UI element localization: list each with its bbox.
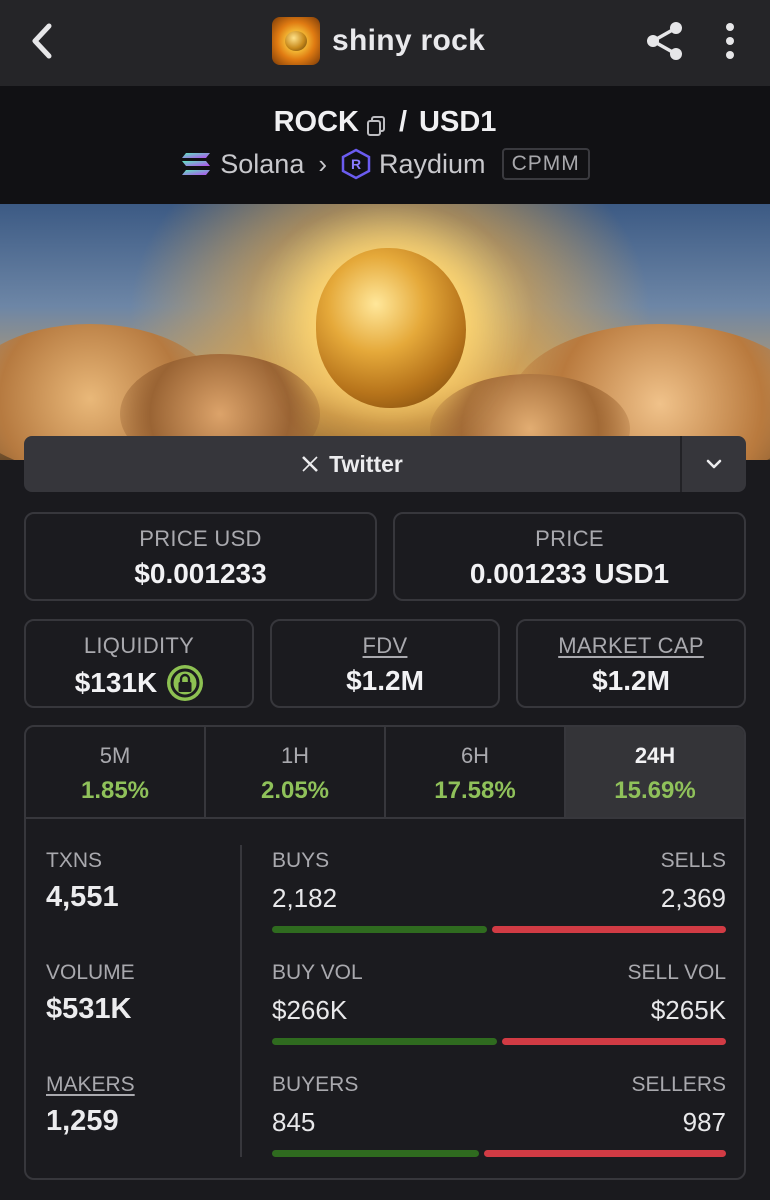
price-usd-card: PRICE USD $0.001233 bbox=[24, 512, 377, 601]
txns-stat: TXNS 4,551 bbox=[46, 849, 119, 914]
raydium-icon: R bbox=[341, 148, 371, 180]
shiny-rock-image bbox=[316, 248, 466, 408]
liquidity-card: LIQUIDITY $131K bbox=[24, 619, 254, 708]
price-value: 0.001233 USD1 bbox=[469, 558, 670, 589]
trading-stats-panel: 5M 1.85% 1H 2.05% 6H 17.58% 24H 15.69% T… bbox=[24, 725, 746, 1180]
buys-sells-bar bbox=[272, 926, 726, 933]
tab-5m[interactable]: 5M 1.85% bbox=[26, 727, 206, 817]
copy-icon[interactable] bbox=[365, 112, 387, 136]
token-name: shiny rock bbox=[332, 24, 486, 57]
price-change: 2.05% bbox=[260, 777, 330, 804]
fdv-label[interactable]: FDV bbox=[272, 633, 498, 659]
fdv-card: FDV $1.2M bbox=[270, 619, 500, 708]
twitter-link-button[interactable]: Twitter bbox=[24, 436, 680, 492]
buyers-sellers-bar bbox=[272, 1150, 726, 1157]
token-title: shiny rock bbox=[272, 16, 485, 66]
makers-value: 1,259 bbox=[46, 1105, 119, 1137]
price-usd-value: $0.001233 bbox=[134, 558, 267, 589]
back-icon bbox=[32, 23, 52, 59]
lock-icon[interactable] bbox=[167, 665, 204, 701]
sell-vol-label: SELL VOL bbox=[627, 961, 726, 984]
market-cap-value: $1.2M bbox=[592, 665, 670, 696]
base-symbol: ROCK bbox=[273, 106, 359, 138]
sell-bar-fill bbox=[492, 926, 726, 933]
buy-bar-fill bbox=[272, 1038, 497, 1045]
price-change: 17.58% bbox=[434, 777, 516, 804]
sell-vol-value: $265K bbox=[650, 995, 726, 1025]
more-options-button[interactable] bbox=[716, 20, 744, 62]
volume-value: $531K bbox=[46, 993, 132, 1025]
liquidity-label: LIQUIDITY bbox=[83, 633, 195, 658]
buy-vol-label: BUY VOL bbox=[272, 961, 363, 984]
timeframe-tabs: 5M 1.85% 1H 2.05% 6H 17.58% 24H 15.69% bbox=[26, 727, 744, 819]
tab-label: 5M bbox=[99, 743, 131, 768]
app-bar: shiny rock bbox=[0, 0, 770, 86]
market-cap-label[interactable]: MARKET CAP bbox=[518, 633, 744, 659]
tab-1h[interactable]: 1H 2.05% bbox=[206, 727, 386, 817]
sell-bar-fill bbox=[502, 1038, 726, 1045]
back-button[interactable] bbox=[22, 18, 62, 64]
x-logo-icon bbox=[302, 456, 319, 472]
tab-label: 6H bbox=[460, 743, 490, 768]
quote-symbol: USD1 bbox=[419, 106, 497, 138]
makers-stat: MAKERS 1,259 bbox=[46, 1073, 135, 1138]
liquidity-value: $131K bbox=[74, 667, 158, 698]
txns-label: TXNS bbox=[46, 849, 103, 872]
sellers-label: SELLERS bbox=[631, 1073, 726, 1096]
txns-value: 4,551 bbox=[46, 881, 119, 913]
chain-link[interactable]: Solana bbox=[220, 149, 304, 180]
pool-type-badge: CPMM bbox=[501, 148, 590, 180]
tab-label: 24H bbox=[634, 743, 676, 768]
volume-label: VOLUME bbox=[46, 961, 135, 984]
price-usd-label: PRICE USD bbox=[139, 526, 262, 551]
share-button[interactable] bbox=[644, 20, 686, 62]
buys-sells-row: BUYS SELLS 2,182 2,369 bbox=[272, 849, 726, 933]
links-dropdown-button[interactable] bbox=[682, 436, 746, 492]
solana-icon bbox=[182, 153, 211, 175]
price-change: 15.69% bbox=[614, 777, 696, 804]
tab-label: 1H bbox=[280, 743, 310, 768]
price-change: 1.85% bbox=[80, 777, 150, 804]
chevron-right-icon: › bbox=[318, 148, 328, 179]
buys-value: 2,182 bbox=[272, 883, 338, 913]
sell-bar-fill bbox=[484, 1150, 726, 1157]
sells-value: 2,369 bbox=[660, 883, 726, 913]
buy-bar-fill bbox=[272, 926, 487, 933]
volume-split-bar bbox=[272, 1038, 726, 1045]
tab-24h[interactable]: 24H 15.69% bbox=[566, 727, 744, 817]
twitter-label: Twitter bbox=[329, 450, 403, 477]
volume-split-row: BUY VOL SELL VOL $266K $265K bbox=[272, 961, 726, 1045]
share-icon bbox=[647, 22, 682, 60]
svg-text:R: R bbox=[351, 156, 361, 172]
token-logo bbox=[272, 17, 320, 65]
price-card: PRICE 0.001233 USD1 bbox=[393, 512, 746, 601]
pair-header: ROCK / USD1 Solana › R Raydium CPMM bbox=[0, 86, 770, 204]
buyers-value: 845 bbox=[272, 1107, 316, 1137]
buyers-sellers-row: BUYERS SELLERS 845 987 bbox=[272, 1073, 726, 1157]
volume-stat: VOLUME $531K bbox=[46, 961, 135, 1026]
dex-link[interactable]: Raydium bbox=[379, 149, 486, 180]
fdv-value: $1.2M bbox=[346, 665, 424, 696]
social-links-bar: Twitter bbox=[24, 436, 746, 492]
sellers-value: 987 bbox=[682, 1107, 726, 1137]
buys-label: BUYS bbox=[272, 849, 330, 872]
divider bbox=[240, 845, 242, 1157]
buyers-label: BUYERS bbox=[272, 1073, 359, 1096]
more-vertical-icon bbox=[726, 23, 734, 59]
tab-6h[interactable]: 6H 17.58% bbox=[386, 727, 566, 817]
buy-vol-value: $266K bbox=[272, 995, 348, 1025]
price-label: PRICE bbox=[535, 526, 604, 551]
buy-bar-fill bbox=[272, 1150, 479, 1157]
market-cap-card: MARKET CAP $1.2M bbox=[516, 619, 746, 708]
pair-separator: / bbox=[398, 106, 408, 138]
makers-label[interactable]: MAKERS bbox=[46, 1073, 135, 1097]
chevron-down-icon bbox=[706, 459, 722, 469]
sells-label: SELLS bbox=[660, 849, 726, 872]
token-banner bbox=[0, 204, 770, 460]
